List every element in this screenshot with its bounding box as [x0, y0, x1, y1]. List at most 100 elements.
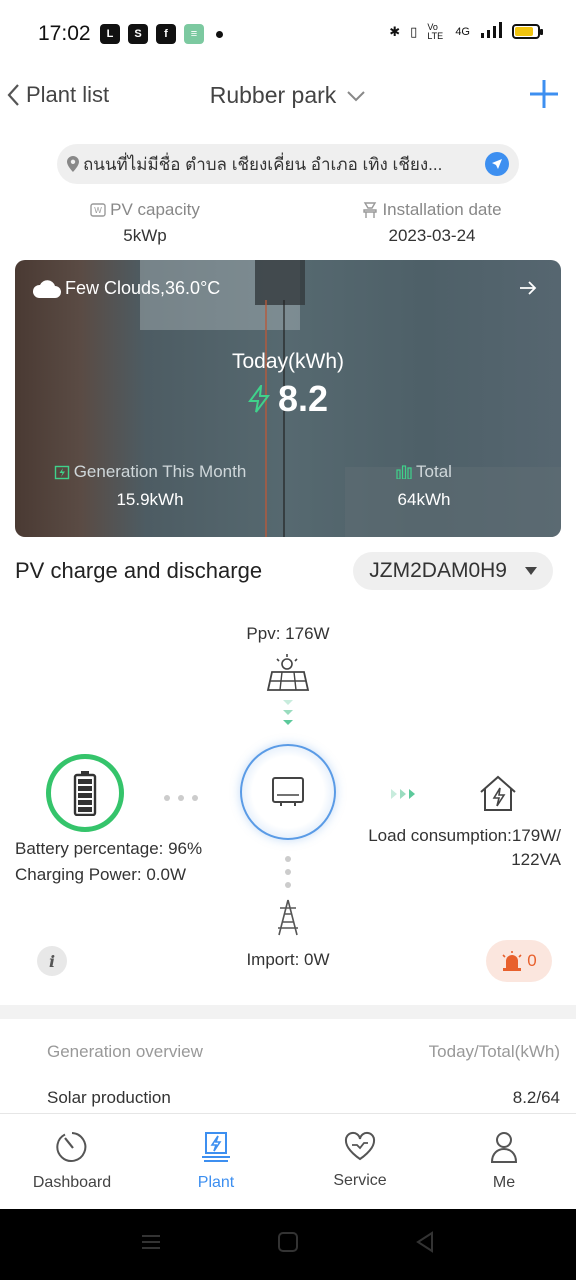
cloud-icon: [32, 279, 61, 298]
grid-tower-icon[interactable]: [274, 898, 302, 941]
alarm-siren-icon: [502, 951, 522, 971]
back-button[interactable]: [414, 1231, 436, 1258]
overview-row-label: Solar production: [47, 1088, 171, 1107]
volte-icon: Vo LTE: [427, 21, 444, 41]
load-flow-arrows: [389, 787, 419, 805]
location-pin-icon: [67, 156, 79, 172]
weather-text: Few Clouds,36.0°C: [65, 278, 221, 298]
notification-icons: L S f ≡: [100, 24, 223, 44]
plant-selector[interactable]: Rubber park: [0, 82, 576, 109]
tab-label: Dashboard: [32, 1174, 112, 1191]
svg-text:W: W: [94, 206, 102, 215]
tab-label: Plant: [197, 1174, 235, 1191]
charging-power: Charging Power: 0.0W: [15, 865, 187, 884]
tab-label: Me: [492, 1174, 516, 1191]
me-icon: [490, 1132, 518, 1163]
status-time: 17:02: [38, 22, 91, 45]
solar-panel-icon: [266, 654, 310, 697]
today-generation: 8.2: [15, 378, 561, 420]
facebook-icon: f: [156, 24, 176, 44]
month-generation: Generation This Month 15.9kWh: [30, 462, 270, 510]
system-navigation-bar: [0, 1209, 576, 1280]
dashboard-icon: [56, 1132, 87, 1162]
battery-indicator[interactable]: [46, 754, 124, 832]
inverter-icon: [272, 777, 304, 806]
tab-plant[interactable]: Plant: [144, 1114, 288, 1209]
pv-flow-arrows: [280, 698, 296, 737]
calendar-bolt-icon: [54, 465, 69, 480]
page-title: Rubber park: [209, 82, 337, 108]
plant-address[interactable]: ถนนที่ไม่มีชื่อ ตำบล เชียงเคี่ยน อำเภอ เ…: [57, 144, 519, 184]
overview-unit-label: Today/Total(kWh): [428, 1042, 560, 1061]
tab-label: Service: [333, 1172, 387, 1189]
chevron-down-icon: [347, 90, 365, 101]
pv-capacity-value: 5kWp: [123, 226, 167, 245]
today-label: Today(kWh): [231, 350, 345, 373]
section-title: PV charge and discharge: [15, 558, 263, 583]
signal-icon: [480, 22, 502, 41]
total-generation: Total 64kWh: [304, 462, 544, 510]
overview-row-value: 8.2/64: [512, 1088, 560, 1107]
generation-overview-header: Generation overview Today/Total(kWh): [47, 1042, 560, 1062]
month-label: Generation This Month: [73, 462, 247, 481]
home-load-icon[interactable]: [478, 774, 518, 817]
service-icon: [344, 1131, 376, 1161]
battery-flow-dots: [163, 789, 199, 807]
load-info: Load consumption:179W/ 122VA: [368, 824, 561, 872]
home-square-icon: [278, 1232, 298, 1252]
load-consumption: Load consumption:179W/: [368, 826, 561, 845]
pv-capacity: W PV capacity 5kWp: [15, 200, 275, 246]
device-serial: JZM2DAM0H9: [369, 559, 507, 582]
address-text: ถนนที่ไม่มีชื่อ ตำบล เชียงเคี่ยน อำเภอ เ…: [83, 154, 443, 174]
list-item: Solar production 8.2/64: [47, 1088, 560, 1108]
arrow-right-icon: [520, 281, 537, 295]
ppv-value: Ppv: 176W: [246, 624, 330, 643]
device-serial-dropdown[interactable]: JZM2DAM0H9: [353, 552, 553, 590]
alarm-button[interactable]: 0: [486, 940, 552, 982]
status-bar: 17:02 L S f ≡ ✱ ▯ Vo LTE 4G: [0, 0, 576, 70]
recent-apps-button[interactable]: [140, 1231, 162, 1258]
home-button[interactable]: [277, 1231, 299, 1258]
navigate-button[interactable]: [485, 152, 509, 176]
inverter-node[interactable]: [240, 744, 336, 840]
month-value: 15.9kWh: [116, 490, 184, 509]
plant-info: W PV capacity 5kWp Installation date 202…: [0, 200, 576, 256]
generation-banner[interactable]: Few Clouds,36.0°C Today(kWh) 8.2 Generat…: [15, 260, 561, 537]
plant-icon: [202, 1132, 230, 1162]
bar-chart-icon: [396, 465, 412, 479]
lightning-icon: [247, 385, 270, 413]
system-status-icons: ✱ ▯ Vo LTE 4G: [389, 21, 543, 41]
banner-detail-arrow[interactable]: [519, 280, 537, 301]
installation-date: Installation date 2023-03-24: [302, 200, 562, 246]
total-label: Total: [416, 462, 452, 481]
battery-icon: [73, 771, 97, 816]
bluetooth-icon: ✱: [389, 23, 401, 39]
battery-info: Battery percentage: 96% Charging Power: …: [15, 836, 202, 888]
shop-app-icon: S: [128, 24, 148, 44]
tab-service[interactable]: Service: [288, 1114, 432, 1209]
pv-capacity-label: PV capacity: [110, 200, 200, 219]
installation-date-value: 2023-03-24: [388, 226, 476, 245]
section-divider: [0, 1005, 576, 1019]
installation-icon: [363, 202, 378, 218]
add-plant-button[interactable]: [528, 78, 560, 115]
network-type-label: 4G: [455, 25, 470, 38]
banner-background-device: [255, 260, 305, 305]
weather-info: Few Clouds,36.0°C: [31, 278, 220, 299]
pv-capacity-icon: W: [90, 203, 106, 217]
tab-me[interactable]: Me: [432, 1114, 576, 1209]
caret-down-icon: [525, 567, 537, 575]
bottom-tab-bar: Dashboard Plant Service Me: [0, 1113, 576, 1209]
more-notifications-icon: [216, 30, 223, 38]
tab-dashboard[interactable]: Dashboard: [0, 1114, 144, 1209]
app-notification-icon: ≡: [184, 24, 204, 44]
battery-percentage: Battery percentage: 96%: [15, 839, 203, 858]
navigation-arrow-icon: [492, 159, 502, 169]
app-header: Plant list Rubber park: [0, 70, 576, 126]
battery-status-icon: [512, 24, 543, 39]
today-value: 8.2: [277, 378, 329, 419]
alarm-count: 0: [527, 951, 537, 970]
menu-icon: [142, 1235, 160, 1249]
overview-title: Generation overview: [47, 1042, 203, 1061]
back-triangle-icon: [416, 1231, 433, 1253]
